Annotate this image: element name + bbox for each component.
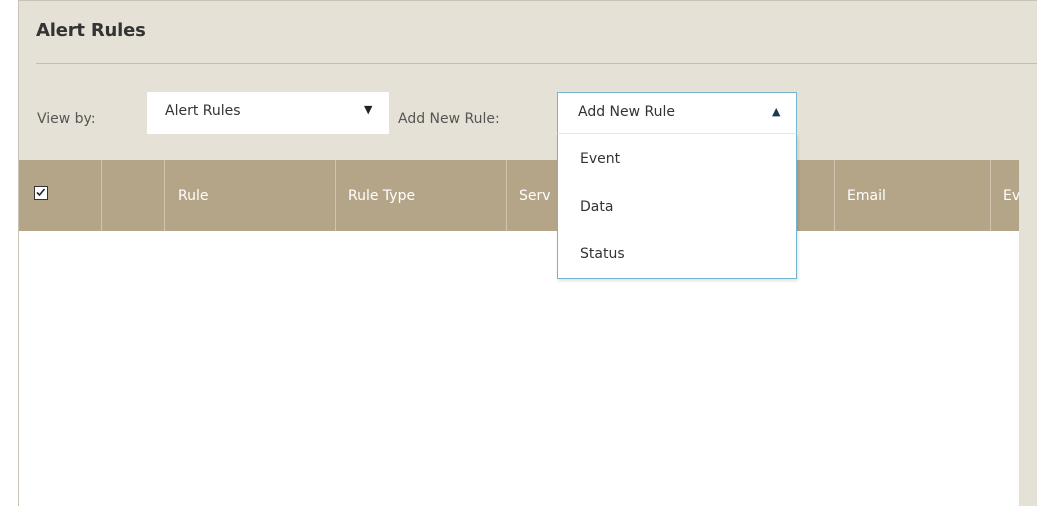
view-by-label: View by:: [37, 111, 96, 127]
column-header-rule-type[interactable]: Rule Type: [336, 160, 507, 231]
column-header-label: Eve: [1003, 188, 1019, 204]
column-header-email[interactable]: Email: [835, 160, 991, 231]
dropdown-option-data[interactable]: Data: [580, 199, 613, 215]
triangle-up-icon: ▲: [772, 105, 781, 118]
column-header-label: Rule: [178, 188, 209, 204]
title-divider: [36, 63, 1037, 64]
alert-rules-table: Rule Rule Type Serv Email Eve: [19, 160, 1019, 506]
add-new-rule-value: Add New Rule: [578, 104, 676, 120]
add-new-rule-select[interactable]: Add New Rule ▲: [557, 92, 797, 134]
column-header-event[interactable]: Eve: [991, 160, 1019, 231]
page-title: Alert Rules: [36, 20, 146, 41]
triangle-down-icon: ▼: [364, 103, 373, 116]
column-header-rule[interactable]: Rule: [165, 160, 336, 231]
checkbox-checked-icon[interactable]: [34, 186, 48, 200]
column-header-label: Email: [847, 188, 886, 204]
dropdown-option-status[interactable]: Status: [580, 246, 625, 262]
column-header-label: Serv: [519, 188, 551, 204]
view-by-value: Alert Rules: [165, 103, 241, 119]
dropdown-option-event[interactable]: Event: [580, 151, 620, 167]
column-header-blank[interactable]: [102, 160, 165, 231]
view-by-select[interactable]: Alert Rules ▼: [147, 92, 389, 134]
select-all-column[interactable]: [19, 160, 102, 231]
column-header-label: Rule Type: [348, 188, 416, 204]
add-new-rule-dropdown: Event Data Status: [557, 134, 797, 279]
add-new-rule-label: Add New Rule:: [398, 111, 500, 127]
table-header: Rule Rule Type Serv Email Eve: [19, 160, 1019, 231]
